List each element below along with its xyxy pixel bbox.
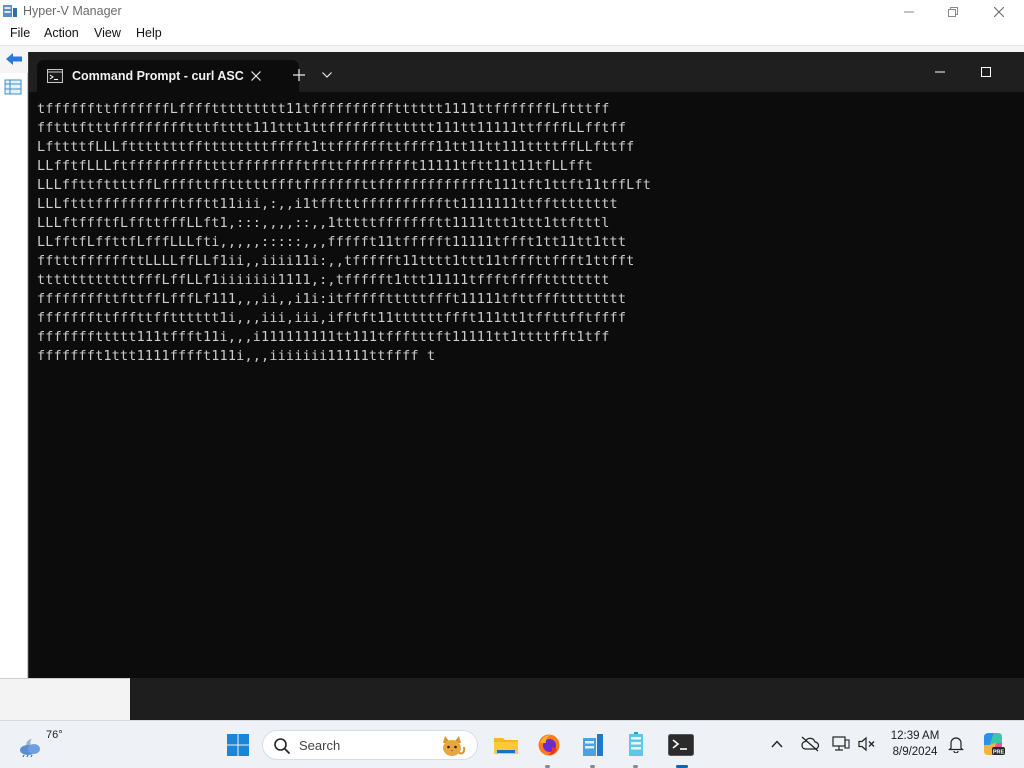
- terminal-line: LLLffttfttttffLffffttfftttttffftffffffft…: [37, 177, 652, 193]
- svg-text:PRE: PRE: [993, 750, 1005, 756]
- chevron-up-icon: [771, 740, 783, 748]
- windows-logo-icon: [227, 734, 249, 756]
- system-clock[interactable]: 12:39 AM 8/9/2024: [884, 728, 946, 760]
- tab-dropdown-button[interactable]: [317, 64, 337, 86]
- speaker-muted-icon: [858, 736, 875, 752]
- menu-action[interactable]: Action: [44, 26, 79, 40]
- terminal-line: tffffffttfffffffLffffttttttttt11tfffffff…: [37, 101, 610, 117]
- hyperv-status-area: [0, 678, 130, 720]
- hyperv-window-title: Hyper-V Manager: [23, 4, 122, 18]
- hyperv-restore-button[interactable]: [930, 0, 976, 23]
- clock-date: 8/9/2024: [892, 746, 938, 758]
- hyperv-manager-icon: [583, 734, 603, 756]
- tab-command-prompt[interactable]: Command Prompt - curl ASC: [37, 60, 299, 92]
- network-tray-button[interactable]: [830, 733, 852, 755]
- server-manager-icon: [629, 732, 643, 756]
- show-hidden-icons-button[interactable]: [766, 733, 788, 755]
- start-button[interactable]: [222, 729, 254, 761]
- terminal-line: fftttftttffffffffftttftttt111ttt1ttfffff…: [37, 120, 627, 136]
- terminal-line: fffffffttfffttfftttttt1i,,,iii,iii,ifftf…: [37, 310, 627, 326]
- onedrive-tray-button[interactable]: [799, 733, 821, 755]
- terminal-line: ffffffffttfttffLfffLf111,,,ii,,i1i:itfff…: [37, 291, 627, 307]
- command-prompt-icon: [47, 69, 63, 83]
- terminal-line: LLLftttfffffffffftfftt11iii,:,,i1tfftttf…: [37, 196, 618, 212]
- taskbar-file-explorer[interactable]: [490, 729, 522, 761]
- back-arrow-icon[interactable]: [4, 51, 24, 67]
- background-window-edge: [130, 678, 1024, 720]
- taskbar: 76° Search 12:39 AM 8/9/2024 PRE: [0, 720, 1024, 768]
- copilot-icon: PRE: [984, 733, 1005, 756]
- menu-file[interactable]: File: [10, 26, 30, 40]
- terminal-minimize-button[interactable]: [917, 54, 963, 90]
- folder-icon: [494, 738, 518, 754]
- terminal-line: ttttttttttttfffLffLLf1iiiiiii1111,:,tfff…: [37, 272, 610, 288]
- terminal-line: LLLftffftfLffttfffLLft1,:::,,,,::,,1tttt…: [37, 215, 610, 231]
- plus-icon: [293, 69, 305, 81]
- hyperv-minimize-button[interactable]: [886, 0, 932, 23]
- terminal-output[interactable]: tffffffttfffffffLffffttttttttt11tfffffff…: [37, 100, 1017, 670]
- close-icon: [251, 71, 261, 81]
- terminal-line: fftttffffffttLLLLffLLf1ii,,iiii11i:,,tff…: [37, 253, 635, 269]
- weather-temperature: 76°: [46, 729, 63, 741]
- notifications-button[interactable]: [945, 733, 967, 755]
- hyperv-title-bar[interactable]: Hyper-V Manager: [0, 0, 1024, 23]
- chevron-down-icon: [322, 72, 332, 78]
- close-icon: [994, 6, 1004, 17]
- minimize-icon: [904, 11, 914, 12]
- minimize-icon: [935, 71, 945, 73]
- tab-close-button[interactable]: [245, 65, 267, 87]
- partly-cloudy-night-icon: [20, 739, 40, 757]
- menu-view[interactable]: View: [94, 26, 121, 40]
- tab-title: Command Prompt - curl ASC: [72, 69, 244, 83]
- search-placeholder: Search: [299, 738, 341, 753]
- taskbar-terminal[interactable]: [665, 729, 697, 761]
- volume-tray-button[interactable]: [856, 733, 878, 755]
- terminal-window: Command Prompt - curl ASC tffffffttfffff…: [28, 52, 1024, 678]
- taskbar-firefox[interactable]: [533, 729, 565, 761]
- new-tab-button[interactable]: [287, 63, 311, 87]
- clock-time: 12:39 AM: [890, 730, 940, 742]
- terminal-line: LLfftfLffttfLfffLLLfti,,,,,:::::,,,fffff…: [37, 234, 627, 250]
- copilot-button[interactable]: PRE: [979, 730, 1007, 758]
- hyperv-navigation-pane: [0, 73, 28, 698]
- menu-help[interactable]: Help: [136, 26, 162, 40]
- terminal-line: ffffffft1ttt1111fffft111i,,,iiiiiii11111…: [37, 348, 436, 364]
- terminal-line: fffffffttttt111tffft11i,,,i111111111tt11…: [37, 329, 610, 345]
- taskbar-hyperv-manager[interactable]: [577, 729, 609, 761]
- firefox-icon: [538, 734, 560, 756]
- hyperv-server-icon[interactable]: [4, 79, 22, 95]
- terminal-line: LLfftfLLLftfffffffffttttfffffffftffttfff…: [37, 158, 593, 174]
- hyperv-close-button[interactable]: [976, 0, 1022, 23]
- terminal-maximize-button[interactable]: [963, 54, 1009, 90]
- hyperv-app-icon: [3, 5, 17, 17]
- taskbar-server-manager[interactable]: [620, 729, 652, 761]
- terminal-title-bar[interactable]: Command Prompt - curl ASC: [29, 52, 1024, 92]
- cloud-off-icon: [801, 736, 820, 752]
- restore-icon: [948, 6, 958, 17]
- bell-icon: [948, 736, 964, 753]
- terminal-line: LfttttfLLLftttttttffttttttttfffft1ttffff…: [37, 139, 635, 155]
- network-icon: [832, 736, 850, 751]
- terminal-icon: [668, 734, 694, 756]
- hyperv-menu-bar: File Action View Help: [0, 23, 1024, 45]
- search-highlight-cat-icon: [443, 736, 466, 756]
- maximize-icon: [981, 67, 991, 77]
- search-icon: [274, 738, 291, 755]
- search-input[interactable]: Search: [262, 730, 478, 760]
- weather-widget[interactable]: 76°: [16, 729, 76, 761]
